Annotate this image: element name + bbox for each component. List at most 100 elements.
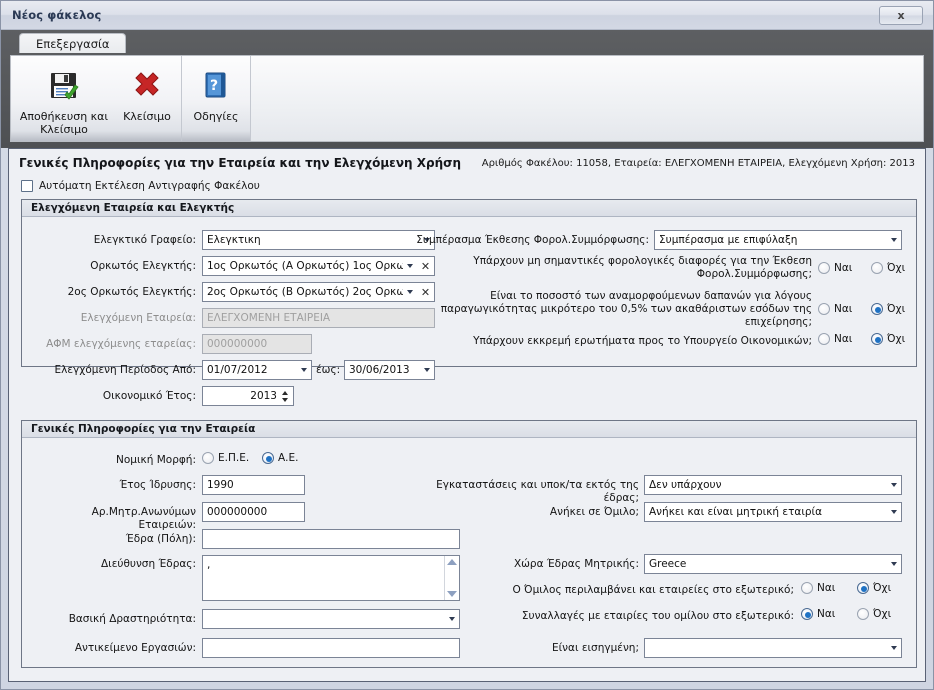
q2-radio-yes[interactable]: Ναι	[818, 303, 852, 315]
auditor2-label: 2ος Ορκωτός Ελεγκτής:	[67, 286, 196, 298]
address-value: ,	[207, 559, 211, 571]
audited-company-value: ΕΛΕΓΧΟΜΕΝΗ ΕΤΑΙΡΕΙΑ	[207, 312, 331, 324]
q1-radio-yes[interactable]: Ναι	[818, 262, 852, 274]
svg-text:?: ?	[210, 78, 218, 94]
q1-radio-no[interactable]: Όχι	[871, 262, 905, 274]
chevron-down-icon[interactable]	[403, 264, 417, 268]
scroll-down-icon[interactable]	[447, 591, 457, 597]
foreign-radio-yes[interactable]: Ναι	[801, 582, 835, 594]
auditor2-combo[interactable]: 2ος Ορκωτός (Β Ορκωτός) 2ος Ορκω… ✕	[202, 282, 435, 302]
fiscal-year-stepper[interactable]	[278, 387, 292, 405]
foreign-yes-label: Ναι	[817, 582, 836, 594]
help-book-icon: ?	[199, 66, 233, 106]
q2-label: Είναι το ποσοστό των αναμορφούμενων δαπα…	[440, 290, 812, 328]
q3-label: Υπάρχουν εκκρεμή ερωτήματα προς το Υπουρ…	[473, 335, 812, 347]
q2-radio-no[interactable]: Όχι	[871, 303, 905, 315]
radio-dot-icon	[818, 262, 830, 274]
activity-combo[interactable]	[202, 609, 460, 629]
fiscal-year-label: Οικονομικό Έτος:	[102, 390, 196, 402]
radio-dot-icon	[857, 582, 869, 594]
help-button[interactable]: ? Οδηγίες	[184, 60, 248, 141]
stepper-down-icon[interactable]	[282, 397, 288, 402]
q3-radio-no[interactable]: Όχι	[871, 333, 905, 345]
clear-auditor1-icon[interactable]: ✕	[417, 260, 434, 273]
period-from-value: 01/07/2012	[207, 364, 268, 376]
checkbox-box	[21, 180, 33, 192]
branches-combo[interactable]: Δεν υπάρχουν	[644, 475, 902, 495]
foreign-no-label: Όχι	[873, 582, 892, 594]
radio-dot-icon	[818, 303, 830, 315]
registry-value: 000000000	[207, 506, 268, 518]
parent-country-label: Χώρα Έδρας Μητρικής:	[513, 558, 639, 570]
stepper-up-icon[interactable]	[282, 390, 288, 395]
audit-firm-value: Ελεγκτικη	[207, 234, 261, 246]
audit-firm-combo[interactable]: Ελεγκτικη	[202, 230, 435, 250]
ribbon-group-main: Αποθήκευση και Κλείσιμο Κλείσιμο	[11, 56, 182, 141]
chevron-down-icon[interactable]	[887, 238, 901, 242]
chevron-down-icon[interactable]	[420, 368, 434, 372]
chevron-down-icon[interactable]	[297, 368, 311, 372]
period-to-datepicker[interactable]: 30/06/2013	[344, 360, 435, 380]
radio-dot-icon	[871, 333, 883, 345]
branches-value: Δεν υπάρχουν	[649, 479, 722, 491]
group1-body: Ελεγκτικό Γραφείο: Ορκωτός Ελεγκτής: 2ος…	[22, 217, 916, 406]
radio-dot-icon	[262, 452, 274, 464]
business-field[interactable]	[202, 638, 460, 658]
title-bar: Νέος φάκελος x	[1, 1, 933, 30]
conclusion-combo[interactable]: Συμπέρασμα με επιφύλαξη	[654, 230, 902, 250]
transactions-radio-no[interactable]: Όχι	[857, 608, 891, 620]
scroll-up-icon[interactable]	[447, 559, 457, 565]
auto-copy-checkbox[interactable]: Αυτόματη Εκτέλεση Αντιγραφής Φακέλου	[21, 180, 260, 192]
parent-country-combo[interactable]: Greece	[644, 554, 902, 574]
chevron-down-icon[interactable]	[887, 646, 901, 650]
legal-form-radio-epe[interactable]: Ε.Π.Ε.	[202, 452, 249, 464]
chevron-down-icon[interactable]	[445, 617, 459, 621]
address-scrollbar[interactable]	[444, 556, 459, 600]
close-action-label: Κλείσιμο	[123, 110, 171, 123]
close-action-button[interactable]: Κλείσιμο	[115, 60, 179, 141]
group-membership-combo[interactable]: Ανήκει και είναι μητρική εταιρία	[644, 502, 902, 522]
transactions-no-label: Όχι	[873, 608, 892, 620]
audited-company-field: ΕΛΕΓΧΟΜΕΝΗ ΕΤΑΙΡΕΙΑ	[202, 308, 435, 328]
transactions-label: Συναλλαγές με εταιρίες του ομίλου στο εξ…	[521, 610, 794, 622]
registry-label: Αρ.Μητρ.Ανωνύμων Εταιρειών:	[91, 506, 196, 531]
application-window: Νέος φάκελος x Επεξεργασία Αποθήκευση κα…	[0, 0, 934, 690]
q3-no-label: Όχι	[887, 333, 906, 345]
ribbon-body: Αποθήκευση και Κλείσιμο Κλείσιμο ? Οδηγί…	[10, 55, 924, 142]
activity-label: Βασική Δραστηριότητα:	[68, 613, 196, 625]
fiscal-year-value: 2013	[250, 390, 277, 402]
close-button[interactable]: x	[879, 6, 923, 25]
city-label: Έδρα (Πόλη):	[125, 533, 196, 545]
foreign-radio-no[interactable]: Όχι	[857, 582, 891, 594]
transactions-radio-yes[interactable]: Ναι	[801, 608, 835, 620]
audit-firm-label: Ελεγκτικό Γραφείο:	[93, 234, 196, 246]
period-from-label: Ελεγχόμενη Περίοδος Από:	[54, 364, 196, 376]
founded-value: 1990	[207, 479, 234, 491]
conclusion-value: Συμπέρασμα με επιφύλαξη	[659, 234, 798, 246]
city-field[interactable]	[202, 529, 460, 549]
listed-combo[interactable]	[644, 638, 902, 658]
period-from-datepicker[interactable]: 01/07/2012	[202, 360, 312, 380]
legal-form-label: Νομική Μορφή:	[116, 454, 196, 466]
radio-dot-icon	[202, 452, 214, 464]
chevron-down-icon[interactable]	[887, 510, 901, 514]
chevron-down-icon[interactable]	[887, 483, 901, 487]
group2-title: Γενικές Πληροφορίες για την Εταιρεία	[22, 421, 916, 438]
tab-epexergasia[interactable]: Επεξεργασία	[19, 33, 127, 53]
save-disk-icon	[47, 66, 81, 106]
founded-field[interactable]: 1990	[202, 475, 305, 495]
group2-body: Νομική Μορφή: Ε.Π.Ε. Α.Ε. Έτος Ίδρυσης: …	[22, 438, 916, 666]
registry-field[interactable]: 000000000	[202, 502, 305, 522]
address-textarea[interactable]: ,	[202, 555, 460, 601]
radio-dot-icon	[818, 333, 830, 345]
legal-form-epe-label: Ε.Π.Ε.	[218, 452, 250, 464]
group1-title: Ελεγχόμενη Εταιρεία και Ελεγκτής	[22, 200, 916, 217]
save-and-close-button[interactable]: Αποθήκευση και Κλείσιμο	[13, 60, 115, 141]
chevron-down-icon[interactable]	[887, 562, 901, 566]
radio-dot-icon	[801, 582, 813, 594]
legal-form-radio-ae[interactable]: Α.Ε.	[262, 452, 299, 464]
business-label: Αντικείμενο Εργασιών:	[74, 642, 196, 654]
q3-radio-yes[interactable]: Ναι	[818, 333, 852, 345]
branches-label: Εγκαταστάσεις και υποκ/τα εκτός της έδρα…	[436, 479, 639, 504]
auditor1-combo[interactable]: 1ος Ορκωτός (Α Ορκωτός) 1ος Ορκω… ✕	[202, 256, 435, 276]
